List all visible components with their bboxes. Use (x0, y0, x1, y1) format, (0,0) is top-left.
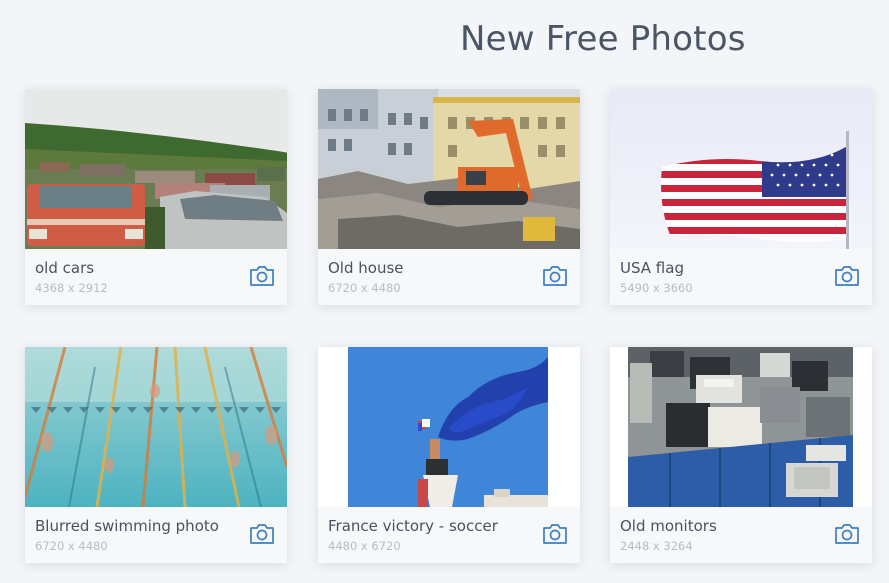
photo-title[interactable]: USA flag (620, 259, 684, 277)
photo-thumbnail[interactable] (318, 89, 580, 249)
camera-icon[interactable] (249, 265, 275, 287)
photo-card-old-house[interactable]: Old house 6720 x 4480 (318, 89, 580, 305)
photo-title[interactable]: Blurred swimming photo (35, 517, 219, 535)
camera-icon[interactable] (542, 265, 568, 287)
photo-thumbnail[interactable] (318, 347, 580, 507)
photo-title[interactable]: France victory - soccer (328, 517, 498, 535)
photo-dimensions: 6720 x 4480 (35, 539, 108, 553)
photo-card-old-cars[interactable]: old cars 4368 x 2912 (25, 89, 287, 305)
camera-icon[interactable] (249, 523, 275, 545)
photo-title[interactable]: Old monitors (620, 517, 717, 535)
photo-title[interactable]: Old house (328, 259, 404, 277)
camera-icon[interactable] (834, 265, 860, 287)
camera-icon[interactable] (834, 523, 860, 545)
photo-thumbnail[interactable] (25, 89, 287, 249)
photo-dimensions: 4480 x 6720 (328, 539, 401, 553)
photo-info: old cars 4368 x 2912 (25, 249, 287, 305)
photo-thumbnail[interactable] (25, 347, 287, 507)
photo-dimensions: 4368 x 2912 (35, 281, 108, 295)
photo-dimensions: 6720 x 4480 (328, 281, 401, 295)
photo-card-blurred-swimming[interactable]: Blurred swimming photo 6720 x 4480 (25, 347, 287, 563)
camera-icon[interactable] (542, 523, 568, 545)
photo-dimensions: 2448 x 3264 (620, 539, 693, 553)
photo-info: France victory - soccer 4480 x 6720 (318, 507, 580, 563)
photo-info: USA flag 5490 x 3660 (610, 249, 872, 305)
photo-title[interactable]: old cars (35, 259, 94, 277)
photo-thumbnail[interactable] (610, 89, 872, 249)
photo-thumbnail[interactable] (610, 347, 872, 507)
photo-card-france-victory[interactable]: France victory - soccer 4480 x 6720 (318, 347, 580, 563)
photo-card-old-monitors[interactable]: Old monitors 2448 x 3264 (610, 347, 872, 563)
photo-card-usa-flag[interactable]: USA flag 5490 x 3660 (610, 89, 872, 305)
photo-info: Old house 6720 x 4480 (318, 249, 580, 305)
photo-info: Blurred swimming photo 6720 x 4480 (25, 507, 287, 563)
page-title: New Free Photos (460, 19, 746, 59)
photo-dimensions: 5490 x 3660 (620, 281, 693, 295)
photo-info: Old monitors 2448 x 3264 (610, 507, 872, 563)
